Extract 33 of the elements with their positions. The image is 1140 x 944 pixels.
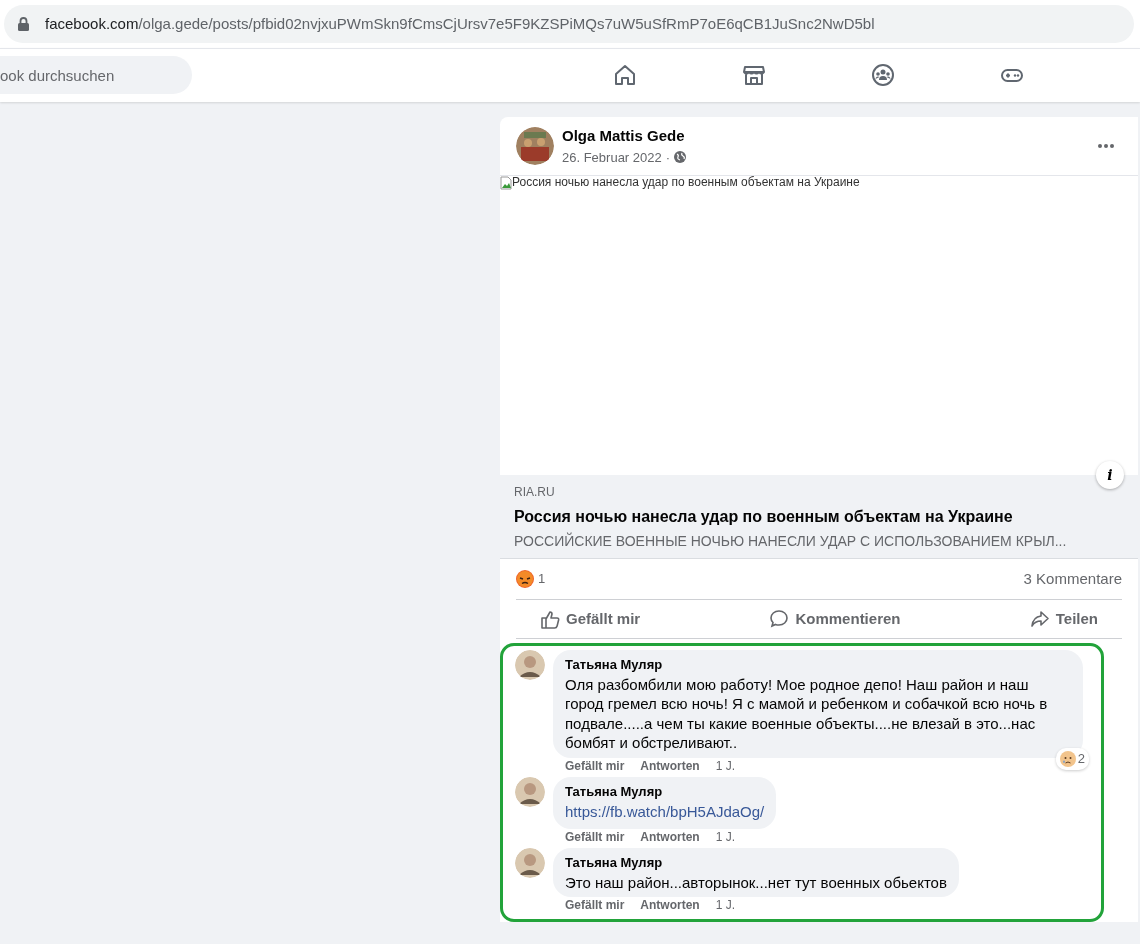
reply-link[interactable]: Antworten	[640, 829, 700, 845]
comment-count[interactable]: 3 Kommentare	[1023, 567, 1122, 591]
like-link[interactable]: Gefällt mir	[565, 898, 625, 913]
info-button[interactable]: i	[1096, 461, 1124, 489]
action-button[interactable]: Teilen	[1013, 600, 1114, 638]
like-link[interactable]: Gefällt mir	[565, 829, 625, 845]
action-button[interactable]: Kommentieren	[753, 600, 917, 638]
link-title: Россия ночью нанесла удар по военным объектам на Украине	[514, 507, 1014, 527]
comment-link[interactable]: https://fb.watch/bpH5AJdaOg/	[565, 803, 765, 821]
separator-dot: ·	[665, 148, 671, 167]
reaction-badge[interactable]: 2	[1055, 748, 1089, 770]
reaction-count[interactable]: 1	[538, 569, 546, 589]
comment-text: Оля разбомбили мою работу! Мое родное депо! Наш район и наш город гремел всю ночь! Я с мамой и ребенком и собачкой всю ночь в подвале.....а чем ты какие военные объекты....не влезай в это...нас бомбят и обстреливают..	[565, 674, 1049, 753]
comment-age: 1 J.	[715, 758, 736, 773]
action-button[interactable]: Gefällt mir	[524, 600, 657, 638]
comment-text: Это наш район...авторынок...нет тут военных обьектов	[565, 872, 947, 893]
search-field[interactable]: ook durchsuchen	[0, 56, 192, 94]
image-alt-text: Россия ночью нанесла удар по военным объектам на Украине	[512, 176, 860, 188]
reply-link[interactable]: Antworten	[640, 898, 700, 913]
reply-link[interactable]: Antworten	[640, 758, 700, 773]
reaction-count: 2	[1077, 750, 1085, 768]
address-bar[interactable]: facebook.com/olga.gede/posts/pfbid02nvjxuPWmSkn9fCmsCjUrsv7e5F9KZSPiMQs7uW5uSfRmP7oE6qCB1JuSnc2NwD5bl	[4, 5, 1134, 43]
comment-age: 1 J.	[715, 829, 736, 845]
like-link[interactable]: Gefällt mir	[565, 758, 625, 773]
author-name[interactable]: Olga Mattis Gede	[562, 125, 1090, 148]
post-date[interactable]: 26. Februar 2022	[562, 147, 662, 167]
comment-author[interactable]: Татьяна Муляр	[565, 655, 1071, 675]
link-description: РОССИЙСКИЕ ВОЕННЫЕ НОЧЬЮ НАНЕСЛИ УДАР С ИСПОЛЬЗОВАНИЕМ КРЫЛ...	[514, 531, 1068, 551]
link-source: RIA.RU	[514, 484, 556, 501]
comment-author[interactable]: Татьяна Муляр	[565, 853, 947, 873]
comment-age: 1 J.	[715, 898, 736, 913]
url-text: facebook.com/olga.gede/posts/pfbid02nvjxuPWmSkn9fCmsCjUrsv7e5F9KZSPiMQs7uW5uSfRmP7oE6qCB1JuSnc2NwD5bl	[45, 13, 875, 34]
comment-author[interactable]: Татьяна Муляр	[565, 781, 765, 802]
